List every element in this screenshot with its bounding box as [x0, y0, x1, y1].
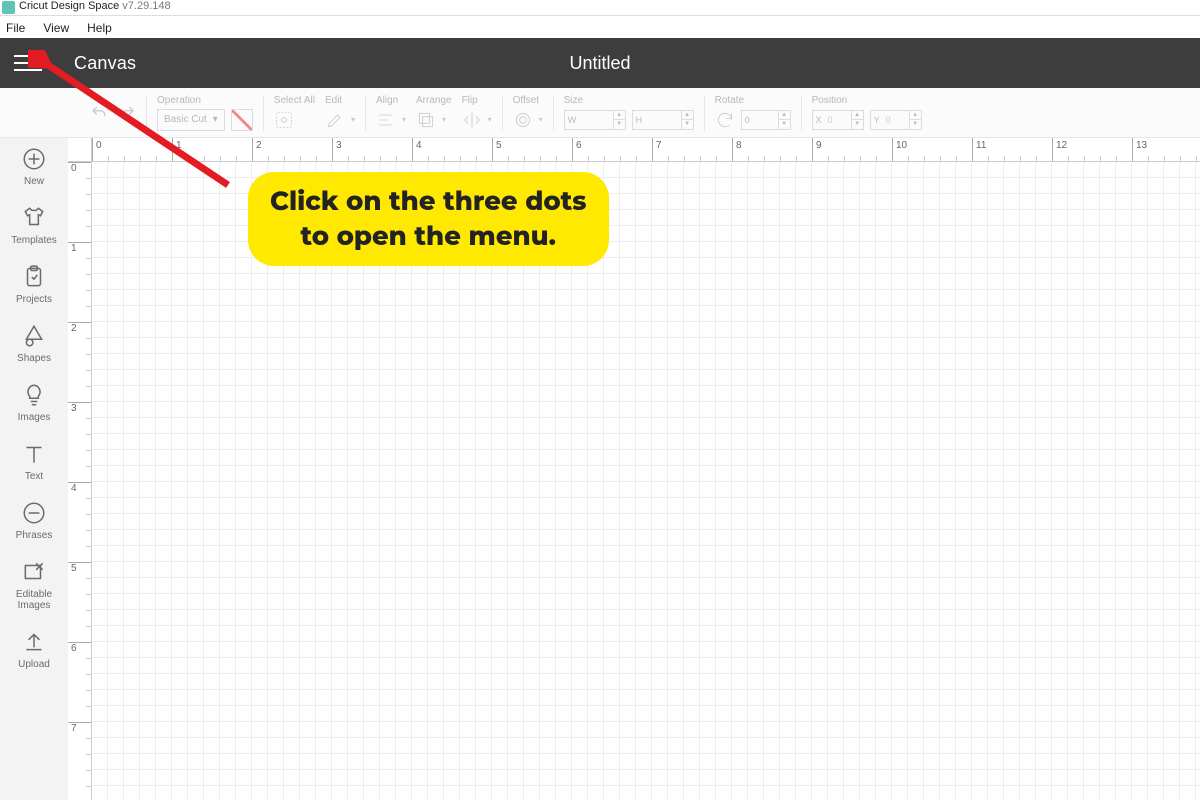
- offset-label: Offset: [513, 95, 543, 107]
- edit-image-icon: [21, 559, 47, 585]
- edit-label: Edit: [325, 95, 355, 107]
- app-name: Cricut Design Space: [19, 0, 119, 12]
- width-input[interactable]: W▲▼: [564, 110, 626, 130]
- ruler-tick: 5: [68, 562, 91, 574]
- flip-label: Flip: [462, 95, 492, 107]
- flip-icon[interactable]: [462, 110, 482, 130]
- select-all-icon[interactable]: [274, 110, 294, 130]
- ruler-tick: 7: [652, 138, 662, 161]
- ruler-tick: 3: [332, 138, 342, 161]
- sidebar-item-projects[interactable]: Projects: [16, 264, 52, 305]
- tshirt-icon: [21, 205, 47, 231]
- menu-help[interactable]: Help: [87, 21, 112, 35]
- sidebar-item-shapes[interactable]: Shapes: [17, 323, 51, 364]
- redo-icon[interactable]: [118, 104, 136, 122]
- material-color-swatch[interactable]: [231, 109, 253, 131]
- pos-y-input[interactable]: Y0▲▼: [870, 110, 922, 130]
- arrange-icon[interactable]: [416, 110, 436, 130]
- ruler-tick: 9: [812, 138, 822, 161]
- sidebar-item-templates[interactable]: Templates: [11, 205, 57, 246]
- ruler-tick: 13: [1132, 138, 1147, 161]
- undo-icon[interactable]: [90, 104, 108, 122]
- ruler-tick: 10: [892, 138, 907, 161]
- position-label: Position: [812, 95, 922, 107]
- chevron-down-icon: ▾: [213, 114, 218, 125]
- ruler-tick: 4: [412, 138, 422, 161]
- canvas-header: Canvas Untitled: [0, 38, 1200, 88]
- canvas-grid[interactable]: [92, 162, 1200, 800]
- ruler-tick: 3: [68, 402, 91, 414]
- app-logo-icon: [2, 1, 15, 14]
- size-label: Size: [564, 95, 694, 107]
- sidebar-item-phrases[interactable]: Phrases: [16, 500, 53, 541]
- rotate-icon[interactable]: [715, 110, 735, 130]
- chevron-down-icon: ▾: [488, 115, 492, 124]
- sidebar-item-text[interactable]: Text: [21, 441, 47, 482]
- sidebar-item-images[interactable]: Images: [18, 382, 51, 423]
- text-icon: [21, 441, 47, 467]
- ruler-tick: 1: [172, 138, 182, 161]
- app-menubar: File View Help: [0, 16, 1200, 38]
- plus-circle-icon: [21, 146, 47, 172]
- chevron-down-icon: ▾: [539, 115, 543, 124]
- offset-icon[interactable]: [513, 110, 533, 130]
- operation-group: Operation Basic Cut ▾: [157, 95, 253, 131]
- rotate-label: Rotate: [715, 95, 791, 107]
- ruler-corner: [68, 138, 92, 162]
- sidebar-item-upload[interactable]: Upload: [18, 629, 50, 670]
- ruler-tick: 12: [1052, 138, 1067, 161]
- horizontal-ruler: 012345678910111213: [92, 138, 1200, 162]
- align-icon[interactable]: [376, 110, 396, 130]
- rotate-input[interactable]: 0▲▼: [741, 110, 791, 130]
- upload-icon: [21, 629, 47, 655]
- operation-label: Operation: [157, 95, 253, 107]
- shapes-icon: [21, 323, 47, 349]
- lightbulb-icon: [21, 382, 47, 408]
- ruler-tick: 2: [252, 138, 262, 161]
- ruler-tick: 4: [68, 482, 91, 494]
- section-title: Canvas: [74, 53, 136, 74]
- chevron-down-icon: ▾: [442, 115, 446, 124]
- height-input[interactable]: H▲▼: [632, 110, 694, 130]
- chevron-down-icon: ▾: [351, 115, 355, 124]
- ruler-tick: 2: [68, 322, 91, 334]
- ruler-tick: 0: [92, 138, 102, 161]
- clipboard-icon: [21, 264, 47, 290]
- ruler-tick: 6: [68, 642, 91, 654]
- arrange-label: Arrange: [416, 95, 452, 107]
- chat-icon: [21, 500, 47, 526]
- canvas-area[interactable]: 012345678910111213 01234567: [68, 138, 1200, 800]
- sidebar-item-new[interactable]: New: [21, 146, 47, 187]
- app-version: v7.29.148: [122, 0, 170, 12]
- ruler-tick: 8: [732, 138, 742, 161]
- chevron-down-icon: ▾: [402, 115, 406, 124]
- align-label: Align: [376, 95, 406, 107]
- operation-select[interactable]: Basic Cut ▾: [157, 109, 225, 131]
- ruler-tick: 1: [68, 242, 91, 254]
- toolbar-divider: [146, 95, 147, 131]
- options-toolbar: Operation Basic Cut ▾ Select All Edit ▾ …: [0, 88, 1200, 138]
- sidebar-item-editable-images[interactable]: Editable Images: [9, 559, 59, 611]
- ruler-tick: 11: [972, 138, 986, 161]
- ruler-tick: 5: [492, 138, 502, 161]
- vertical-ruler: 0 1 2 3 4 5 6 7: [68, 162, 92, 800]
- ruler-tick: 0: [68, 162, 91, 174]
- ruler-tick: 7: [68, 722, 91, 734]
- select-all-label: Select All: [274, 95, 315, 107]
- workspace: New Templates Projects Shapes Images Tex…: [0, 138, 1200, 800]
- window-titlebar: Cricut Design Space v7.29.148: [0, 0, 1200, 16]
- document-title: Untitled: [0, 53, 1200, 74]
- menu-file[interactable]: File: [6, 21, 25, 35]
- menu-view[interactable]: View: [43, 21, 69, 35]
- edit-icon[interactable]: [325, 110, 345, 130]
- hamburger-menu-icon[interactable]: [14, 52, 40, 74]
- left-sidebar: New Templates Projects Shapes Images Tex…: [0, 138, 68, 800]
- ruler-tick: 6: [572, 138, 582, 161]
- pos-x-input[interactable]: X0▲▼: [812, 110, 864, 130]
